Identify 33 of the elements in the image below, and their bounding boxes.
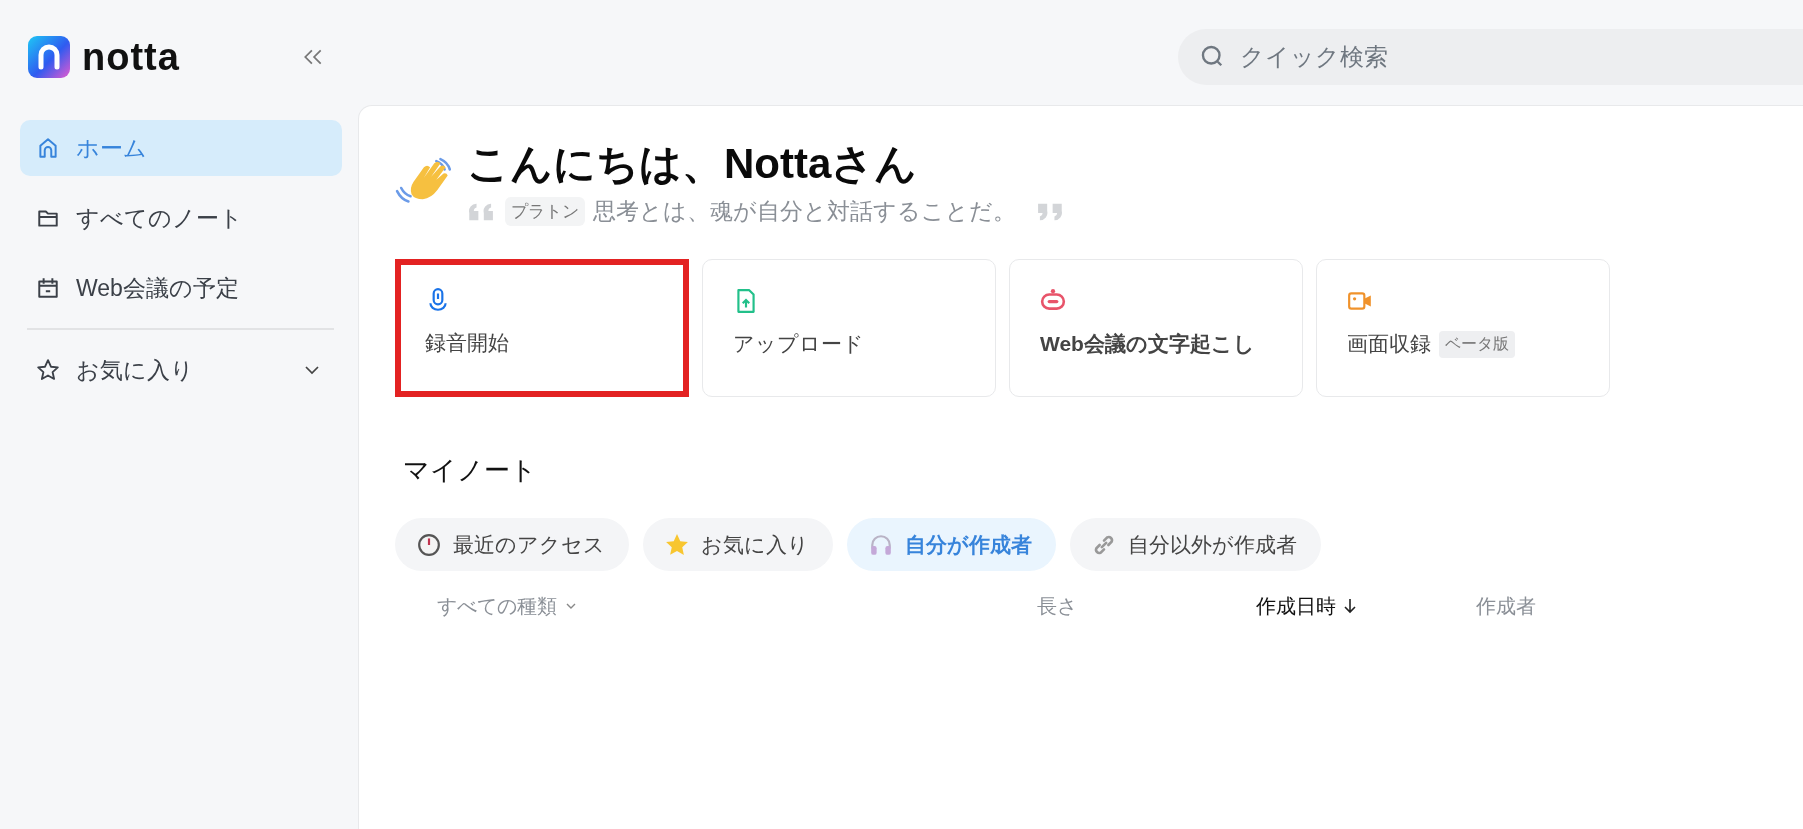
- quote-author-tag: プラトン: [505, 197, 585, 226]
- filter-tab[interactable]: お気に入り: [643, 518, 833, 571]
- action-card[interactable]: Web会議の文字起こし: [1009, 259, 1303, 397]
- card-label: Web会議の文字起こし: [1040, 331, 1255, 357]
- sidebar-item[interactable]: Web会議の予定: [20, 260, 342, 316]
- card-label: 録音開始: [425, 330, 509, 356]
- favorites-item[interactable]: お気に入り: [20, 342, 342, 398]
- filter-tab[interactable]: 最近のアクセス: [395, 518, 629, 571]
- quote-text: 思考とは、魂が自分と対話することだ。: [593, 197, 1016, 226]
- greeting-title: こんにちは、Nottaさん: [467, 139, 919, 189]
- action-card[interactable]: 画面収録 ベータ版: [1316, 259, 1610, 397]
- star-icon: [665, 532, 689, 557]
- chevron-down-icon: [304, 365, 320, 375]
- card-label: アップロード: [733, 331, 864, 357]
- beta-badge: ベータ版: [1439, 330, 1515, 358]
- filter-tab[interactable]: 自分以外が作成者: [1070, 518, 1321, 571]
- card-label: 画面収録: [1347, 331, 1431, 357]
- star-icon: [36, 358, 60, 382]
- home-icon: [36, 136, 60, 160]
- sidebar-item[interactable]: すべてのノート: [20, 190, 342, 246]
- logo-icon: [28, 36, 70, 78]
- column-header[interactable]: 作成日時: [1256, 592, 1476, 620]
- clock-icon: [417, 532, 441, 557]
- collapse-icon[interactable]: [302, 48, 324, 66]
- calendar-icon: [36, 276, 60, 300]
- arrow-down-icon: [1344, 598, 1356, 614]
- section-title: マイノート: [403, 454, 538, 487]
- action-card[interactable]: 録音開始: [395, 259, 689, 397]
- action-card[interactable]: アップロード: [702, 259, 996, 397]
- logo-text: notta: [82, 36, 181, 78]
- chevron-down-icon: [565, 602, 577, 610]
- search-field[interactable]: クイック検索: [1178, 29, 1803, 85]
- headphones-icon: [869, 532, 893, 557]
